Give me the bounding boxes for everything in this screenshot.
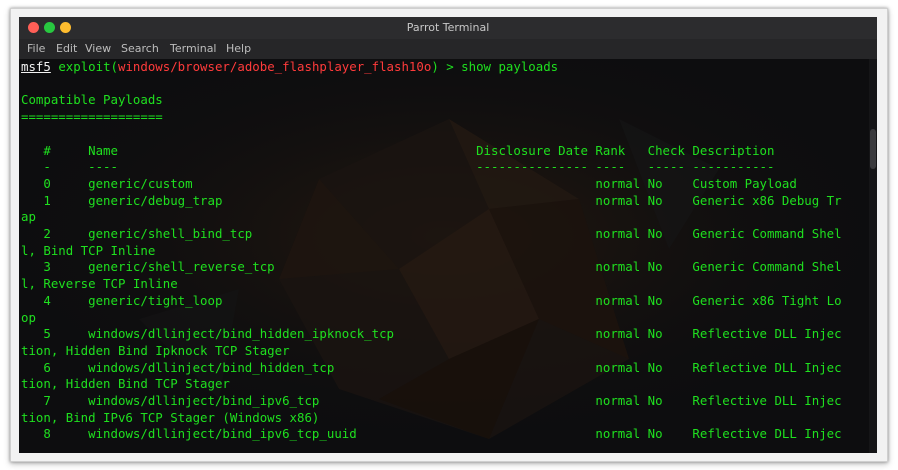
row-rank: normal bbox=[595, 326, 648, 342]
row-description: Custom Payload bbox=[692, 175, 797, 191]
row-description: Generic Command Shel bbox=[692, 226, 842, 242]
table-header-rule: - ---- --------------- ---- ----- ------… bbox=[21, 159, 774, 174]
row-name: generic/shell_bind_tcp bbox=[88, 226, 596, 242]
col-rank-header: Rank bbox=[595, 142, 648, 158]
title-bar: Parrot Terminal bbox=[19, 17, 877, 39]
row-check: No bbox=[647, 226, 693, 242]
prompt-module: windows/browser/adobe_flashplayer_flash1… bbox=[118, 59, 432, 74]
payload-rows: 0 generic/custom normal No Custom Payloa… bbox=[21, 176, 842, 442]
row-rank: normal bbox=[595, 226, 648, 242]
row-rank: normal bbox=[595, 292, 648, 308]
row-description: Reflective DLL Injec bbox=[692, 426, 842, 442]
row-num: 5 bbox=[21, 326, 89, 342]
row-check: No bbox=[647, 259, 693, 275]
row-description-wrap: tion, Bind IPv6 TCP Stager (Windows x86) bbox=[21, 409, 320, 425]
row-description-wrap: ap bbox=[21, 209, 36, 225]
col-disclosure-rule: --------------- bbox=[476, 159, 596, 175]
menu-bar: File Edit View Search Terminal Help bbox=[19, 39, 877, 59]
col-description-rule: ----------- bbox=[692, 159, 775, 175]
row-description-wrap: tion, Hidden Bind TCP Stager bbox=[21, 376, 230, 392]
row-check: No bbox=[647, 326, 693, 342]
row-num: 3 bbox=[21, 259, 89, 275]
row-check: No bbox=[647, 426, 693, 442]
menu-edit[interactable]: Edit bbox=[56, 42, 77, 55]
row-name: windows/dllinject/bind_hidden_ipknock_tc… bbox=[88, 326, 596, 342]
row-rank: normal bbox=[595, 359, 648, 375]
row-rank: normal bbox=[595, 175, 648, 191]
row-description: Reflective DLL Injec bbox=[692, 393, 842, 409]
row-name: generic/custom bbox=[88, 175, 596, 191]
table-row: 3 generic/shell_reverse_tcp normal No Ge… bbox=[21, 259, 842, 275]
scrollbar[interactable] bbox=[869, 59, 877, 453]
prompt-command: ) > show payloads bbox=[431, 59, 559, 74]
row-check: No bbox=[647, 192, 693, 208]
table-row: 0 generic/custom normal No Custom Payloa… bbox=[21, 175, 797, 191]
row-num: 7 bbox=[21, 393, 89, 409]
prompt-user: msf5 bbox=[21, 59, 51, 74]
row-description: Reflective DLL Injec bbox=[692, 326, 842, 342]
row-check: No bbox=[647, 359, 693, 375]
table-row: 5 windows/dllinject/bind_hidden_ipknock_… bbox=[21, 326, 842, 342]
col-name-header: Name bbox=[88, 142, 477, 158]
terminal-text: msf5 exploit(windows/browser/adobe_flash… bbox=[21, 59, 842, 443]
terminal-output[interactable]: msf5 exploit(windows/browser/adobe_flash… bbox=[19, 59, 869, 453]
row-description-wrap: tion, Hidden Bind Ipknock TCP Stager bbox=[21, 342, 290, 358]
row-rank: normal bbox=[595, 393, 648, 409]
row-name: generic/shell_reverse_tcp bbox=[88, 259, 596, 275]
col-disclosure-header: Disclosure Date bbox=[476, 142, 596, 158]
col-num-rule: - bbox=[21, 159, 89, 175]
row-check: No bbox=[647, 175, 693, 191]
row-check: No bbox=[647, 292, 693, 308]
col-rank-rule: ---- bbox=[595, 159, 648, 175]
row-name: windows/dllinject/bind_ipv6_tcp bbox=[88, 393, 596, 409]
row-check: No bbox=[647, 393, 693, 409]
table-row: 6 windows/dllinject/bind_hidden_tcp norm… bbox=[21, 359, 842, 375]
row-description-wrap: op bbox=[21, 309, 36, 325]
row-description-wrap: l, Reverse TCP Inline bbox=[21, 276, 178, 292]
row-name: generic/debug_trap bbox=[88, 192, 596, 208]
row-description-wrap: l, Bind TCP Inline bbox=[21, 242, 156, 258]
section-title: Compatible Payloads bbox=[21, 92, 163, 108]
screenshot-frame: Parrot Terminal File Edit View Search Te… bbox=[10, 8, 888, 462]
row-description: Generic x86 Tight Lo bbox=[692, 292, 842, 308]
row-description: Generic x86 Debug Tr bbox=[692, 192, 842, 208]
menu-view[interactable]: View bbox=[85, 42, 111, 55]
row-rank: normal bbox=[595, 259, 648, 275]
row-rank: normal bbox=[595, 192, 648, 208]
prompt-verb: exploit( bbox=[58, 59, 118, 74]
row-rank: normal bbox=[595, 426, 648, 442]
col-check-header: Check bbox=[647, 142, 693, 158]
col-name-rule: ---- bbox=[88, 159, 477, 175]
col-description-header: Description bbox=[692, 142, 775, 158]
col-num-header: # bbox=[21, 142, 89, 158]
table-row: 2 generic/shell_bind_tcp normal No Gener… bbox=[21, 226, 842, 242]
table-header: # Name Disclosure Date Rank Check Descri… bbox=[21, 143, 774, 158]
row-name: windows/dllinject/bind_ipv6_tcp_uuid bbox=[88, 426, 596, 442]
row-num: 8 bbox=[21, 426, 89, 442]
section-underline: =================== bbox=[21, 109, 163, 125]
terminal-window: Parrot Terminal File Edit View Search Te… bbox=[19, 17, 877, 453]
row-num: 6 bbox=[21, 359, 89, 375]
table-row: 1 generic/debug_trap normal No Generic x… bbox=[21, 192, 842, 208]
menu-search[interactable]: Search bbox=[121, 42, 159, 55]
row-name: windows/dllinject/bind_hidden_tcp bbox=[88, 359, 596, 375]
menu-terminal[interactable]: Terminal bbox=[170, 42, 217, 55]
scrollbar-thumb[interactable] bbox=[870, 129, 876, 169]
row-description: Reflective DLL Injec bbox=[692, 359, 842, 375]
row-num: 0 bbox=[21, 175, 89, 191]
row-description: Generic Command Shel bbox=[692, 259, 842, 275]
window-title: Parrot Terminal bbox=[406, 21, 490, 34]
table-row: 7 windows/dllinject/bind_ipv6_tcp normal… bbox=[21, 393, 842, 409]
table-row: 4 generic/tight_loop normal No Generic x… bbox=[21, 292, 842, 308]
row-num: 2 bbox=[21, 226, 89, 242]
row-num: 4 bbox=[21, 292, 89, 308]
row-num: 1 bbox=[21, 192, 89, 208]
table-row: 8 windows/dllinject/bind_ipv6_tcp_uuid n… bbox=[21, 426, 842, 442]
row-name: generic/tight_loop bbox=[88, 292, 596, 308]
col-check-rule: ----- bbox=[647, 159, 693, 175]
menu-file[interactable]: File bbox=[27, 42, 45, 55]
menu-help[interactable]: Help bbox=[226, 42, 251, 55]
